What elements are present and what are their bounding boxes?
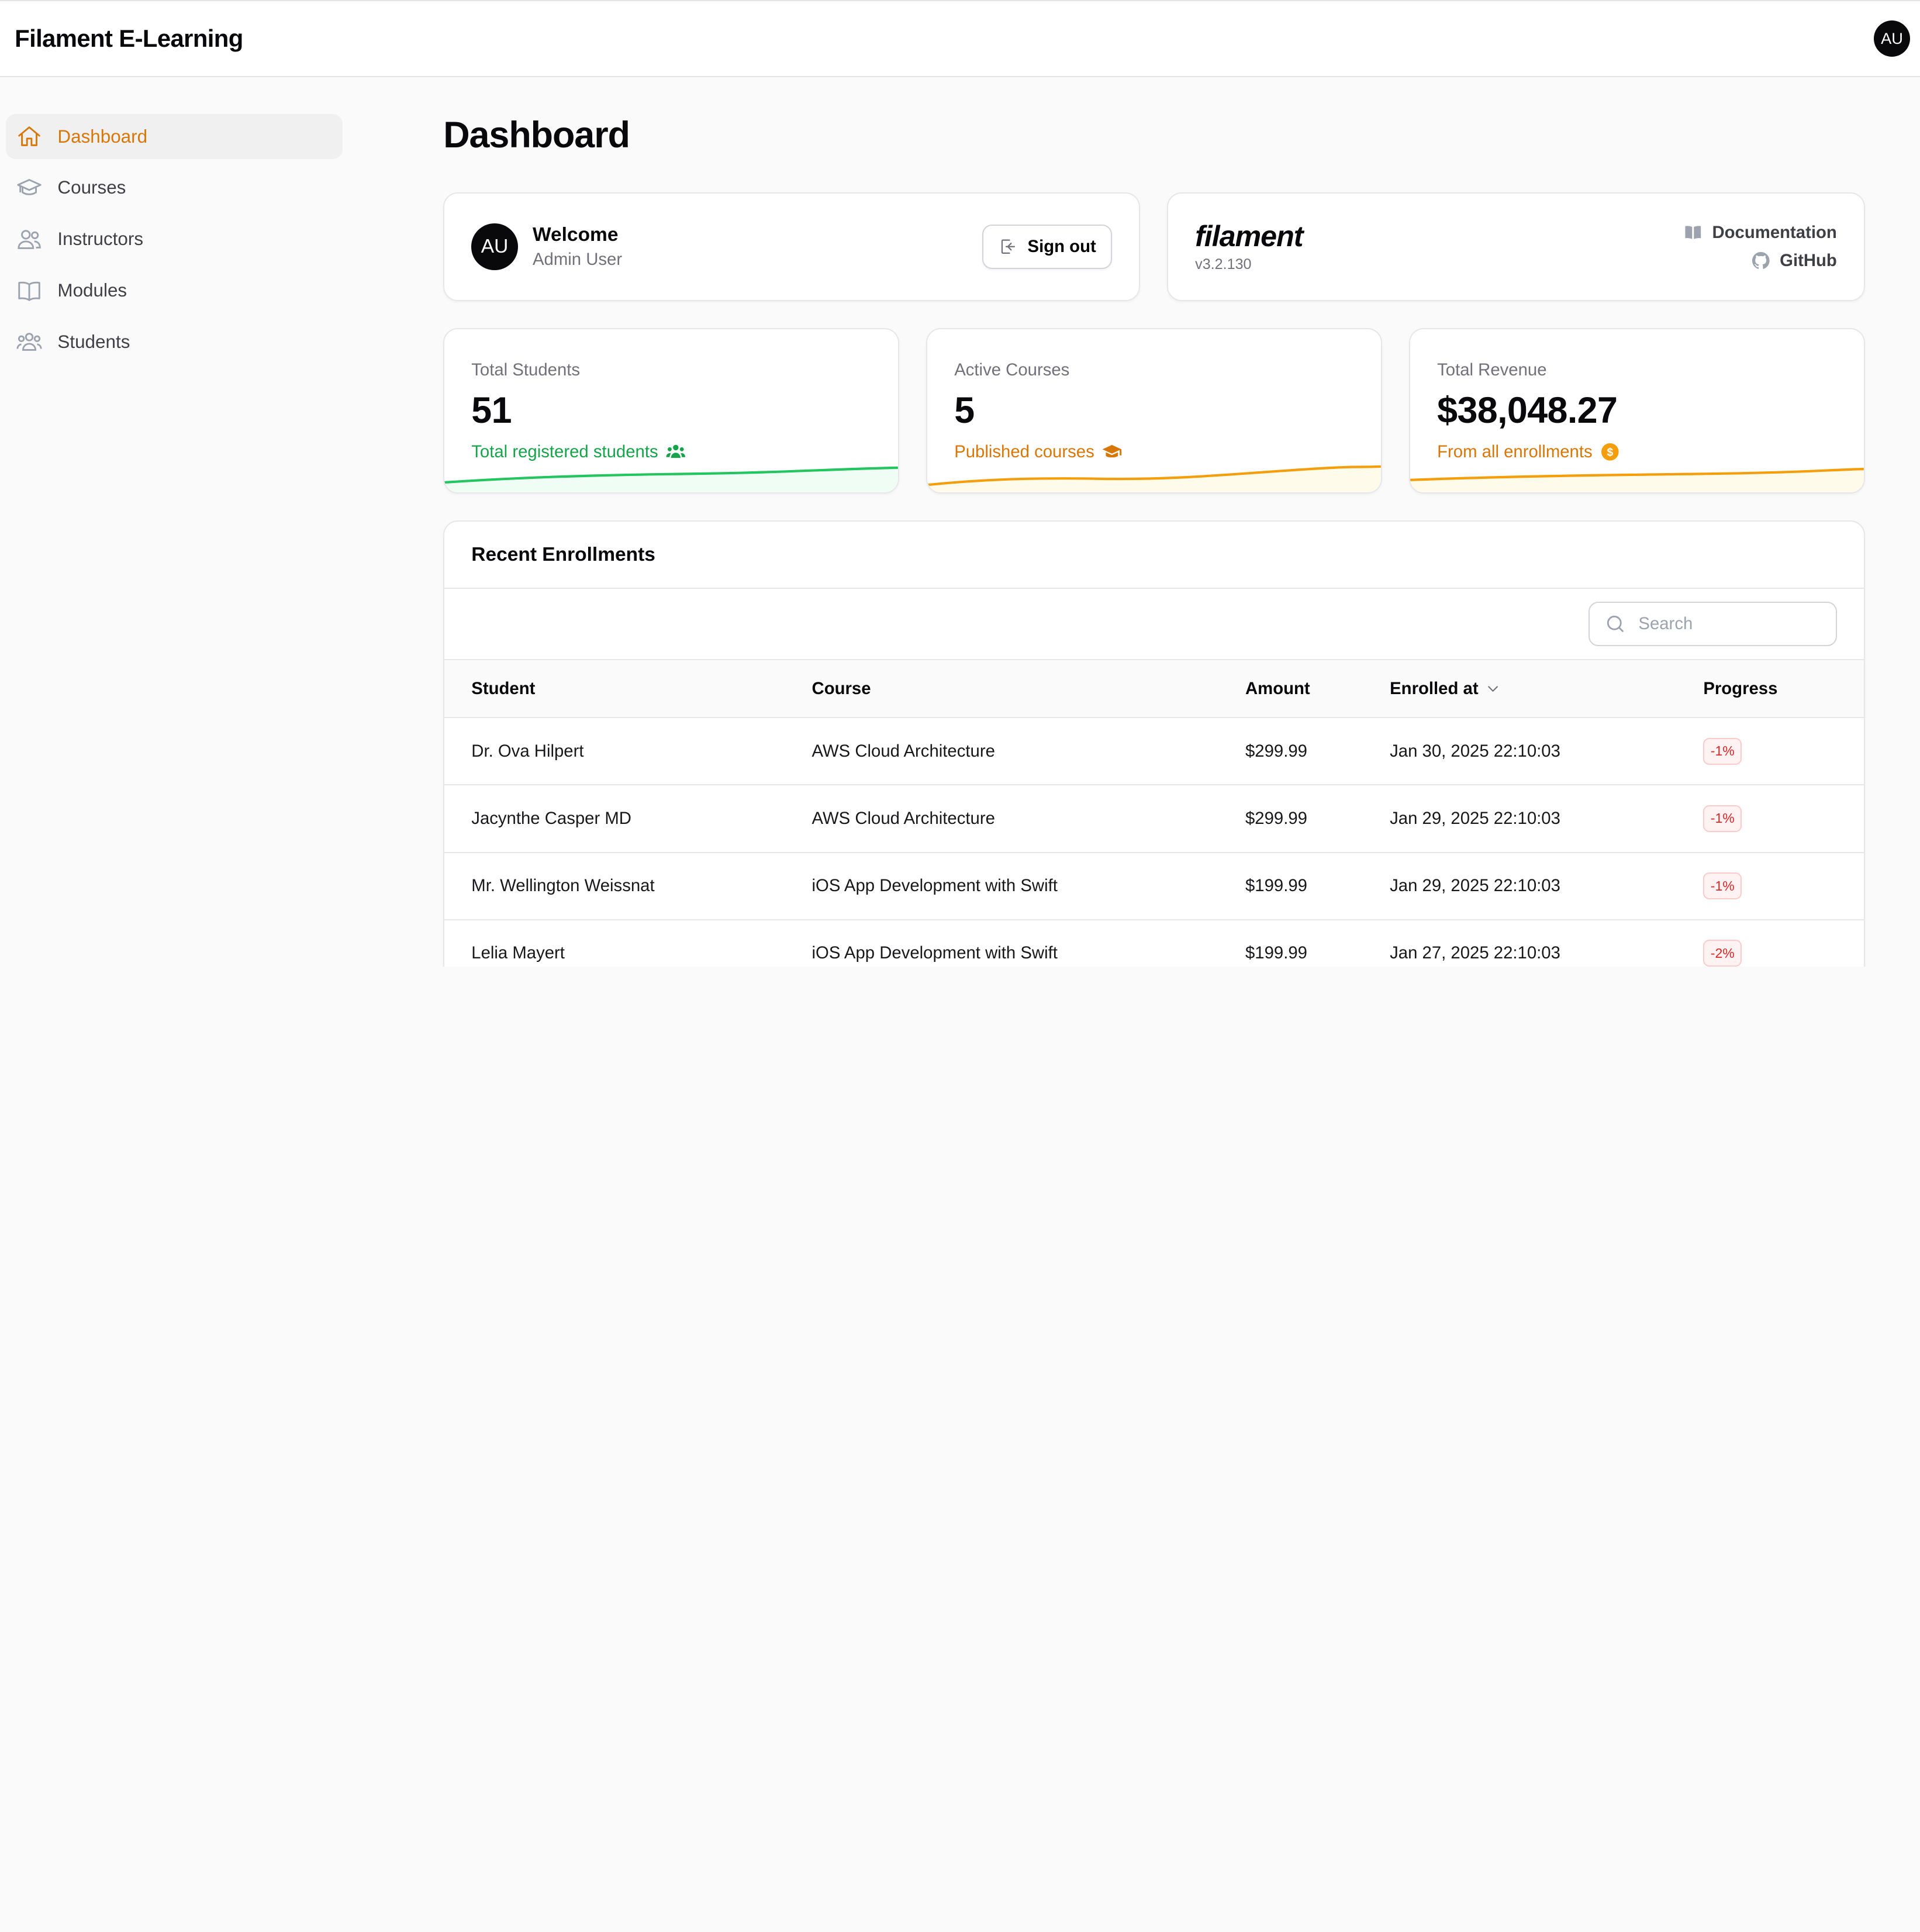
table-row[interactable]: Jacynthe Casper MD AWS Cloud Architectur… xyxy=(444,785,1864,853)
cell-enrolled-at: Jan 30, 2025 22:10:03 xyxy=(1390,741,1560,761)
cell-student: Dr. Ova Hilpert xyxy=(471,741,584,761)
cell-progress: -2% xyxy=(1703,920,1864,967)
info-widgets-row: AU Welcome Admin User Sign out filament … xyxy=(443,192,1865,302)
cell-student: Mr. Wellington Weissnat xyxy=(471,876,655,896)
progress-badge: -1% xyxy=(1703,805,1742,832)
cell-course: iOS App Development with Swift xyxy=(811,876,1058,896)
search-box[interactable] xyxy=(1588,602,1837,646)
cell-student: Jacynthe Casper MD xyxy=(471,809,631,828)
user-name: Admin User xyxy=(532,250,623,270)
progress-badge: -2% xyxy=(1703,940,1742,967)
table-row[interactable]: Mr. Wellington Weissnat iOS App Developm… xyxy=(444,853,1864,920)
filament-brand: filament v3.2.130 xyxy=(1195,220,1303,273)
sidebar-item-dashboard[interactable]: Dashboard xyxy=(6,113,343,160)
github-link[interactable]: GitHub xyxy=(1750,250,1837,271)
cell-progress: -1% xyxy=(1703,853,1864,920)
sidebar: Dashboard Courses Instructors Modules St… xyxy=(0,77,355,967)
column-header-label: Enrolled at xyxy=(1390,678,1479,698)
sortable-header: Enrolled at xyxy=(1390,679,1500,699)
column-header-amount[interactable]: Amount xyxy=(1245,660,1390,717)
search-input[interactable] xyxy=(1638,614,1822,634)
sidebar-item-label: Courses xyxy=(57,177,126,198)
sidebar-item-students[interactable]: Students xyxy=(6,320,343,365)
academic-cap-icon xyxy=(17,179,42,196)
column-header-course[interactable]: Course xyxy=(812,660,1245,717)
cell-progress: -1% xyxy=(1703,717,1864,785)
sparkline-revenue xyxy=(1410,468,1864,493)
recent-enrollments-table: Recent Enrollments Student Course Amount xyxy=(443,520,1865,967)
table-toolbar xyxy=(444,589,1864,660)
search-icon xyxy=(1607,616,1624,633)
stat-value: 5 xyxy=(954,390,975,432)
sidebar-item-label: Dashboard xyxy=(57,126,148,147)
cell-student: Lelia Mayert xyxy=(471,943,565,963)
sidebar-item-courses[interactable]: Courses xyxy=(6,165,343,211)
column-header-enrolled-at[interactable]: Enrolled at xyxy=(1390,660,1703,717)
cell-amount: $199.99 xyxy=(1245,876,1307,896)
cell-amount: $199.99 xyxy=(1245,943,1307,963)
book-open-icon xyxy=(18,282,40,302)
stats-row: Total Students 51 Total registered stude… xyxy=(443,328,1865,494)
sign-out-label: Sign out xyxy=(1027,237,1096,256)
documentation-link[interactable]: Documentation xyxy=(1683,222,1837,243)
cell-progress: -1% xyxy=(1703,785,1864,852)
stat-card-active-courses: Active Courses 5 Published courses xyxy=(926,328,1382,494)
cell-enrolled-at: Jan 29, 2025 22:10:03 xyxy=(1390,876,1560,896)
table-title: Recent Enrollments xyxy=(444,522,1864,589)
sidebar-item-instructors[interactable]: Instructors xyxy=(6,217,343,262)
sparkline-students xyxy=(444,467,899,493)
filament-logo[interactable]: filament xyxy=(1195,220,1303,252)
app-title[interactable]: Filament E-Learning xyxy=(15,25,243,53)
cell-amount: $299.99 xyxy=(1245,741,1307,761)
stat-label: Total Revenue xyxy=(1437,360,1547,380)
documentation-label: Documentation xyxy=(1712,222,1837,242)
user-avatar[interactable]: AU xyxy=(1873,20,1911,57)
table-row[interactable]: Dr. Ova Hilpert AWS Cloud Architecture $… xyxy=(444,717,1864,785)
welcome-text: Welcome Admin User xyxy=(533,224,982,270)
topbar: Filament E-Learning AU xyxy=(0,0,1920,77)
filament-info-widget: filament v3.2.130 Documentation GitHub xyxy=(1167,192,1865,302)
stat-value: 51 xyxy=(471,390,512,432)
column-header-progress[interactable]: Progress xyxy=(1703,660,1864,717)
cell-course: iOS App Development with Swift xyxy=(811,943,1058,963)
book-icon xyxy=(1685,226,1701,240)
account-widget: AU Welcome Admin User Sign out xyxy=(443,192,1140,302)
logout-icon xyxy=(1002,239,1016,254)
sidebar-item-modules[interactable]: Modules xyxy=(6,268,343,313)
sidebar-item-label: Modules xyxy=(57,280,127,301)
avatar: AU xyxy=(471,223,518,270)
table-row[interactable]: Lelia Mayert iOS App Development with Sw… xyxy=(444,920,1864,967)
sidebar-item-label: Students xyxy=(57,332,130,353)
cell-enrolled-at: Jan 29, 2025 22:10:03 xyxy=(1390,809,1560,828)
progress-badge: -1% xyxy=(1703,737,1742,765)
stat-label: Active Courses xyxy=(954,360,1070,380)
main-content: Dashboard AU Welcome Admin User Sign out… xyxy=(443,77,1865,967)
cell-amount: $299.99 xyxy=(1245,809,1307,828)
cell-course: AWS Cloud Architecture xyxy=(811,809,995,828)
welcome-heading: Welcome xyxy=(532,223,619,246)
github-label: GitHub xyxy=(1780,251,1837,271)
stat-label: Total Students xyxy=(471,360,581,380)
github-icon xyxy=(1752,252,1770,270)
cell-course: AWS Cloud Architecture xyxy=(811,741,995,761)
stat-value: $38,048.27 xyxy=(1437,390,1618,432)
sign-out-button[interactable]: Sign out xyxy=(982,225,1112,269)
table-header-row: Student Course Amount Enrolled at Progre… xyxy=(444,660,1864,718)
cell-enrolled-at: Jan 27, 2025 22:10:03 xyxy=(1390,943,1560,963)
page-title: Dashboard xyxy=(443,114,630,156)
filament-version: v3.2.130 xyxy=(1195,256,1252,272)
home-icon xyxy=(18,126,40,147)
users-icon xyxy=(18,230,41,250)
progress-badge: -1% xyxy=(1703,872,1742,900)
chevron-down-icon xyxy=(1488,686,1498,692)
sparkline-courses xyxy=(927,465,1381,493)
stat-card-total-students: Total Students 51 Total registered stude… xyxy=(443,328,900,494)
column-header-student[interactable]: Student xyxy=(444,660,811,717)
user-group-icon xyxy=(16,333,42,351)
enrollments-table: Student Course Amount Enrolled at Progre… xyxy=(444,660,1864,967)
page: Filament E-Learning AU Dashboard Courses… xyxy=(0,0,1920,967)
sidebar-item-label: Instructors xyxy=(57,229,144,250)
stat-card-total-revenue: Total Revenue $38,048.27 From all enroll… xyxy=(1409,328,1865,494)
filament-links: Documentation GitHub xyxy=(1683,222,1837,271)
